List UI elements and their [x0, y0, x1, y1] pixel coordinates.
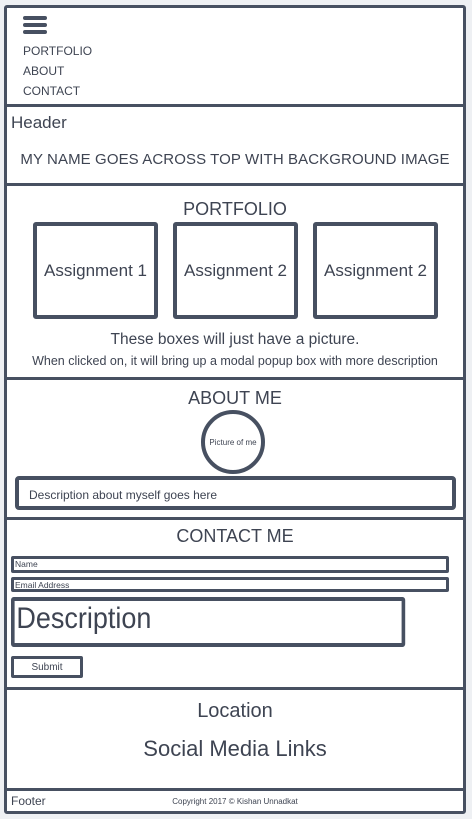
about-title: ABOUT ME [188, 388, 282, 408]
social-media-links[interactable]: Social Media Links [7, 736, 463, 762]
portfolio-box-label: Assignment 2 [324, 260, 427, 280]
nav-item-about[interactable]: ABOUT [23, 64, 64, 78]
header-section: Header MY NAME GOES ACROSS TOP WITH BACK… [7, 107, 463, 186]
portfolio-caption: These boxes will just have a picture. [110, 331, 360, 348]
about-section: ABOUT ME Picture of me Description about… [7, 380, 463, 520]
nav-item-portfolio[interactable]: PORTFOLIO [23, 44, 92, 58]
portfolio-box-3[interactable]: Assignment 2 [313, 222, 438, 319]
about-description-text: Description about myself goes here [29, 488, 218, 502]
nav-item-contact[interactable]: CONTACT [23, 84, 80, 98]
profile-picture-placeholder: Picture of me [201, 410, 265, 474]
description-textarea[interactable]: Description [11, 597, 406, 647]
location-section: Location Social Media Links [7, 690, 463, 791]
header-banner-text: MY NAME GOES ACROSS TOP WITH BACKGROUND … [20, 151, 450, 168]
portfolio-title: PORTFOLIO [183, 199, 287, 219]
location-label: Location [197, 700, 273, 722]
contact-title: CONTACT ME [176, 526, 294, 546]
header-label: Header [11, 113, 67, 132]
footer-section: Footer Copyright 2017 © Kishan Unnadkat [7, 791, 463, 811]
description-placeholder: Description [16, 602, 152, 635]
profile-picture-label: Picture of me [209, 437, 257, 447]
name-input[interactable]: Name [11, 556, 449, 573]
hamburger-menu-icon[interactable] [23, 16, 47, 34]
copyright-text: Copyright 2017 © Kishan Unnadkat [172, 797, 298, 806]
submit-button[interactable]: Submit [11, 656, 83, 678]
portfolio-box-label: Assignment 1 [44, 260, 147, 280]
email-input[interactable]: Email Address [11, 577, 449, 592]
portfolio-box-2[interactable]: Assignment 2 [173, 222, 298, 319]
portfolio-box-label: Assignment 2 [184, 260, 287, 280]
portfolio-section: PORTFOLIO Assignment 1 Assignment 2 Assi… [7, 186, 463, 380]
nav-section: PORTFOLIO ABOUT CONTACT [7, 8, 463, 107]
email-input-placeholder: Email Address [15, 580, 70, 590]
about-description-box: Description about myself goes here [15, 476, 456, 510]
portfolio-subcaption: When clicked on, it will bring up a moda… [32, 354, 438, 368]
page-frame: PORTFOLIO ABOUT CONTACT Header MY NAME G… [4, 5, 466, 814]
portfolio-box-1[interactable]: Assignment 1 [33, 222, 158, 319]
name-input-placeholder: Name [15, 559, 38, 569]
contact-section: CONTACT ME Name Email Address Descriptio… [7, 520, 463, 690]
